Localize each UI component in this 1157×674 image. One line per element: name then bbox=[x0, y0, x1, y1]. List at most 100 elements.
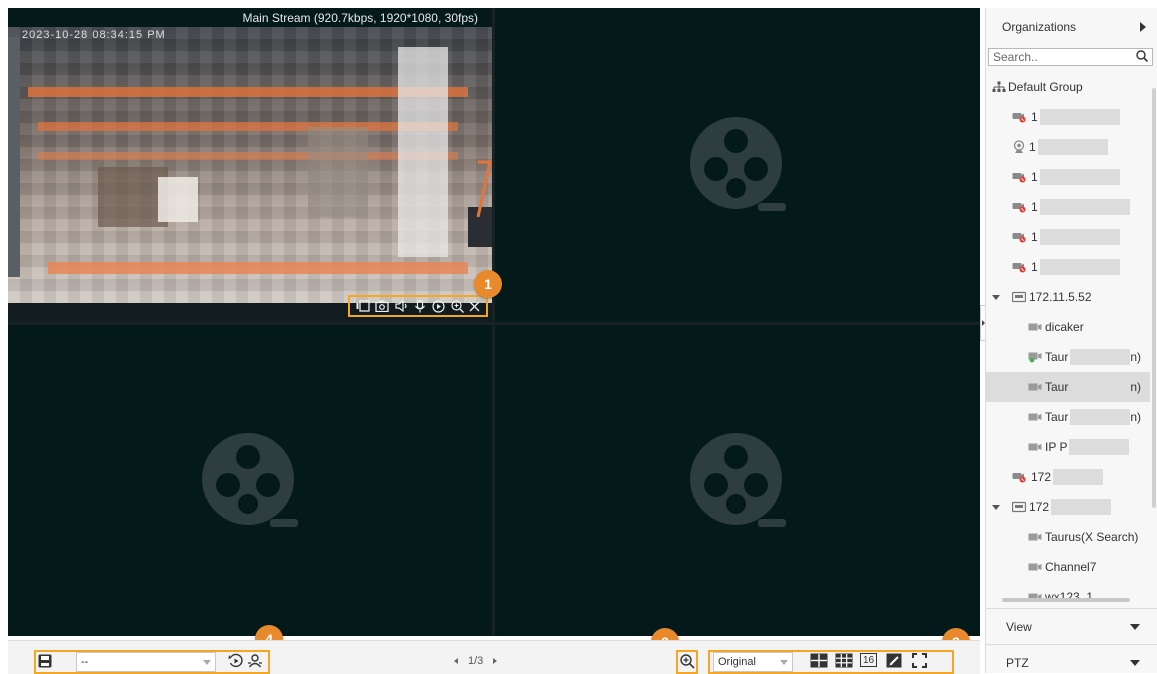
layout-16-button[interactable]: 16 bbox=[860, 653, 877, 667]
tree-node-label: Taur bbox=[1045, 380, 1069, 394]
nvr-icon bbox=[1012, 291, 1026, 303]
tree-node-suffix: n) bbox=[1130, 410, 1142, 424]
bottom-toolbar: -- 1/3 Original 16 bbox=[8, 640, 980, 674]
redaction-block bbox=[1039, 109, 1120, 125]
zoom-icon[interactable] bbox=[450, 299, 464, 313]
prev-page-icon[interactable] bbox=[454, 658, 458, 664]
aspect-ratio-select[interactable]: Original bbox=[713, 652, 793, 672]
tree-node-label: Taur bbox=[1045, 410, 1069, 424]
audio-icon[interactable] bbox=[395, 300, 409, 312]
layout-4-icon[interactable] bbox=[810, 653, 828, 671]
fullscreen-icon[interactable] bbox=[912, 653, 927, 671]
tree-node[interactable]: 1 bbox=[986, 252, 1150, 282]
expand-icon[interactable] bbox=[992, 294, 1000, 300]
chevron-down-icon bbox=[780, 659, 788, 665]
redaction-block bbox=[1053, 469, 1104, 485]
tree-node[interactable]: Taurus(X Search) bbox=[986, 522, 1150, 552]
redaction-block bbox=[1039, 199, 1130, 215]
stream-info: Main Stream (920.7kbps, 1920*1080, 30fps… bbox=[242, 11, 478, 25]
video-window-3[interactable] bbox=[8, 325, 492, 636]
tree-node-suffix: n) bbox=[1130, 350, 1142, 364]
tree-node[interactable]: Taur n) bbox=[986, 342, 1150, 372]
global-zoom-icon[interactable] bbox=[680, 654, 695, 672]
tree-node-label: dicaker bbox=[1045, 320, 1084, 334]
view-accordion[interactable]: View bbox=[986, 608, 1157, 644]
tree-node[interactable]: Taur n) bbox=[986, 402, 1150, 432]
redaction-block bbox=[1039, 259, 1120, 275]
channel-icon bbox=[1028, 322, 1042, 332]
talk-icon[interactable] bbox=[414, 299, 426, 313]
tree-node-label: Channel7 bbox=[1045, 560, 1097, 574]
pager: 1/3 bbox=[454, 655, 498, 667]
channel-icon bbox=[1028, 382, 1042, 392]
redaction-block bbox=[1037, 139, 1108, 155]
redaction-block bbox=[1070, 349, 1131, 365]
close-icon[interactable] bbox=[469, 301, 480, 312]
redaction-block bbox=[1051, 499, 1112, 515]
tree-horizontal-scrollbar[interactable] bbox=[1002, 598, 1130, 602]
tree-node-suffix: n) bbox=[1130, 380, 1142, 394]
view-select-value: -- bbox=[81, 656, 89, 668]
tree-node[interactable]: 1 bbox=[986, 192, 1150, 222]
channel-icon bbox=[1028, 532, 1042, 542]
video-window-1[interactable]: Main Stream (920.7kbps, 1920*1080, 30fps… bbox=[8, 8, 492, 322]
chevron-down-icon bbox=[203, 659, 211, 665]
channel-icon bbox=[1028, 442, 1042, 452]
view-select[interactable]: -- bbox=[76, 652, 216, 672]
webcam-icon bbox=[1012, 140, 1026, 154]
playback-icon[interactable] bbox=[432, 299, 445, 313]
tree-node-label: 172 bbox=[1031, 470, 1052, 484]
tree-root[interactable]: Default Group bbox=[992, 72, 1156, 102]
tree-node[interactable]: dicaker bbox=[986, 312, 1150, 342]
video-window-2[interactable] bbox=[495, 8, 980, 322]
save-view-icon[interactable] bbox=[38, 654, 52, 671]
device-panel: Organizations Default Group 1 1 1 1 1 1 172.11… bbox=[985, 8, 1157, 673]
tree-node[interactable]: 1 bbox=[986, 102, 1150, 132]
live-video-feed[interactable]: 2023-10-28 08:34:15 PM bbox=[8, 27, 492, 303]
tree-node[interactable]: Taur n) bbox=[986, 372, 1150, 402]
page-indicator: 1/3 bbox=[468, 655, 484, 667]
tree-node[interactable]: 172.11.5.52 bbox=[986, 282, 1150, 312]
tree-node[interactable]: 1 bbox=[986, 162, 1150, 192]
tree-node[interactable]: 1 bbox=[986, 222, 1150, 252]
search-input[interactable] bbox=[993, 50, 1131, 64]
chevron-right-icon bbox=[1140, 22, 1146, 32]
organizations-label: Organizations bbox=[1002, 20, 1077, 34]
user-view-icon[interactable] bbox=[247, 653, 263, 672]
callout-badge-1: 1 bbox=[474, 270, 502, 298]
video-wall: Main Stream (920.7kbps, 1920*1080, 30fps… bbox=[8, 8, 980, 636]
ptz-accordion[interactable]: PTZ bbox=[986, 644, 1157, 673]
record-icon[interactable] bbox=[356, 300, 370, 312]
organization-icon bbox=[992, 81, 1006, 92]
redaction-block bbox=[1070, 379, 1131, 395]
video-window-4[interactable] bbox=[495, 325, 980, 636]
tree-node-label: 172.11.5.52 bbox=[1029, 290, 1092, 304]
video-content bbox=[8, 37, 492, 277]
expand-icon[interactable] bbox=[992, 504, 1000, 510]
chevron-down-icon bbox=[1130, 659, 1140, 666]
offline-camera-icon bbox=[1012, 201, 1028, 213]
redaction-block bbox=[1039, 229, 1120, 245]
tree-node[interactable]: 172 bbox=[986, 462, 1150, 492]
search-icon[interactable] bbox=[1136, 49, 1149, 65]
tree-node[interactable]: 1 bbox=[986, 132, 1150, 162]
offline-camera-icon bbox=[1012, 261, 1028, 273]
redaction-block bbox=[1039, 169, 1120, 185]
search-box bbox=[988, 48, 1153, 66]
tour-play-icon[interactable] bbox=[228, 653, 244, 672]
window-toolbar bbox=[348, 295, 488, 317]
custom-layout-icon[interactable] bbox=[886, 653, 902, 671]
tree-scrollbar[interactable] bbox=[1152, 88, 1156, 508]
organizations-header[interactable]: Organizations bbox=[986, 8, 1157, 46]
tree-node[interactable]: Channel7 bbox=[986, 552, 1150, 582]
channel-online-icon bbox=[1028, 351, 1042, 363]
chevron-down-icon bbox=[1130, 623, 1140, 630]
snapshot-icon[interactable] bbox=[375, 300, 389, 312]
tree-node-label: 1 bbox=[1029, 140, 1036, 154]
tree-node-label: 1 bbox=[1031, 260, 1038, 274]
tree-node[interactable]: IP P bbox=[986, 432, 1150, 462]
layout-9-icon[interactable] bbox=[835, 653, 853, 671]
next-page-icon[interactable] bbox=[493, 658, 498, 664]
tree-node[interactable]: 172 bbox=[986, 492, 1150, 522]
offline-camera-icon bbox=[1012, 471, 1028, 483]
